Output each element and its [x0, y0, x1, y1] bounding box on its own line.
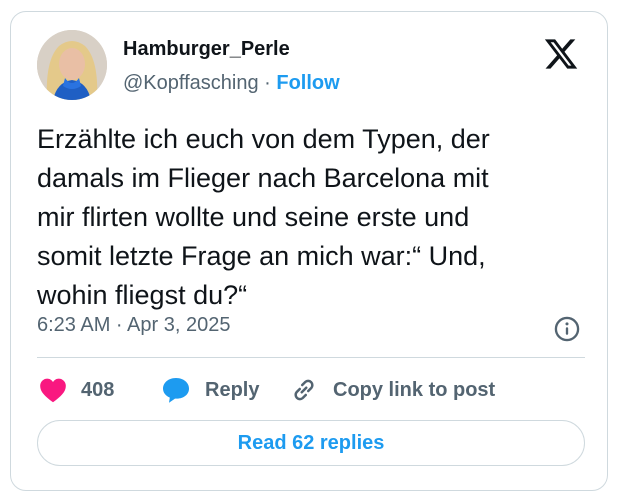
timestamp[interactable]: 6:23 AM · Apr 3, 2025 — [37, 314, 230, 337]
tweet-text-line: damals im Flieger nach Barcelona mit — [37, 163, 489, 193]
link-icon — [289, 375, 319, 405]
follow-button[interactable]: Follow — [276, 72, 339, 94]
action-bar: 408 Reply Copy link to post — [11, 372, 609, 412]
avatar[interactable] — [37, 30, 107, 100]
tweet-card: Hamburger_Perle @Kopffasching · Follow E… — [10, 11, 608, 491]
tweet-text-line: mir flirten wollte und seine erste und — [37, 202, 470, 232]
heart-icon — [39, 377, 67, 403]
tweet-text-line: somit letzte Frage an mich war:“ Und, — [37, 241, 486, 271]
author-handle[interactable]: @Kopffasching — [123, 72, 259, 94]
copy-link-button[interactable]: Copy link to post — [289, 372, 495, 408]
like-button[interactable]: 408 — [39, 372, 114, 408]
author-name[interactable]: Hamburger_Perle — [123, 38, 290, 61]
info-icon[interactable] — [553, 315, 581, 343]
x-logo-icon[interactable] — [543, 36, 579, 72]
separator-dot: · — [264, 72, 271, 94]
tweet-text: Erzählte ich euch von dem Typen, der dam… — [37, 120, 597, 315]
read-replies-button[interactable]: Read 62 replies — [37, 420, 585, 466]
divider — [37, 357, 585, 358]
reply-label: Reply — [205, 378, 260, 401]
reply-button[interactable]: Reply — [161, 372, 259, 408]
tweet-text-line: wohin fliegst du?“ — [37, 280, 248, 310]
like-count: 408 — [81, 378, 115, 401]
speech-bubble-icon — [161, 376, 191, 404]
avatar-image — [37, 30, 107, 100]
author-meta: @Kopffasching · Follow — [123, 72, 340, 95]
copy-link-label: Copy link to post — [333, 378, 496, 401]
tweet-text-line: Erzählte ich euch von dem Typen, der — [37, 124, 490, 154]
